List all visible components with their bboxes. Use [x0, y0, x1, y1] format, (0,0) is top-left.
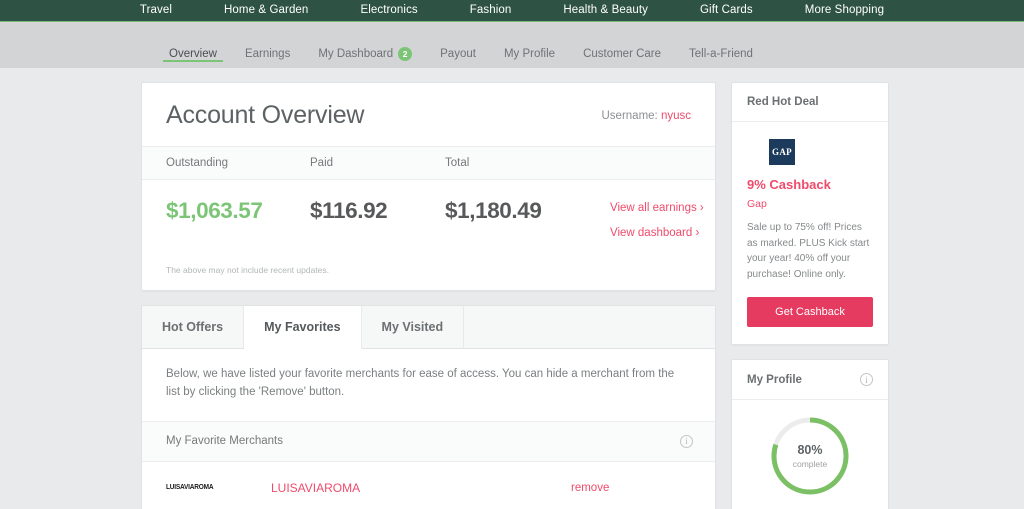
profile-progress-wrap: 80% complete [747, 414, 873, 498]
topnav-item-health-beauty[interactable]: Health & Beauty [537, 0, 674, 21]
my-profile-header: My Profile i [732, 360, 888, 400]
table-row: LUISAVIAROMA LUISAVIAROMA remove [142, 461, 715, 509]
subnav-label-payout: Payout [440, 48, 476, 60]
info-circle-icon[interactable]: i [860, 373, 873, 386]
red-hot-deal-title: Red Hot Deal [747, 96, 819, 108]
paid-amount: $116.92 [310, 198, 388, 223]
account-overview-card: Account Overview Username: nyusc Outstan… [141, 82, 716, 291]
my-profile-card: My Profile i 80% complete [731, 359, 889, 509]
topnav-item-more-shopping[interactable]: More Shopping [779, 0, 910, 21]
my-profile-body: 80% complete Complete your profile [732, 400, 888, 509]
page-title: Account Overview [166, 101, 365, 129]
favorite-merchants-header: My Favorite Merchants i [142, 421, 715, 462]
tab-my-favorites[interactable]: My Favorites [244, 306, 362, 349]
balance-values-row: $1,063.57 $116.92 $1,180.49 View all ear… [142, 180, 715, 239]
gap-logo-text: GAP [772, 147, 792, 157]
my-profile-title: My Profile [747, 373, 802, 386]
merchant-logo-text: LUISAVIAROMA [166, 483, 214, 492]
username-label: Username: [601, 109, 658, 122]
column-header-paid: Paid [310, 157, 334, 169]
tab-hot-offers[interactable]: Hot Offers [142, 306, 245, 348]
progress-ring-label: 80% complete [768, 414, 852, 498]
remove-merchant-link[interactable]: remove [571, 482, 691, 494]
favorite-merchants-title: My Favorite Merchants [166, 435, 283, 448]
account-navigation: Overview Earnings My Dashboard 2 Payout … [0, 21, 1024, 68]
main-column: Account Overview Username: nyusc Outstan… [141, 82, 716, 509]
outstanding-amount: $1,063.57 [166, 198, 263, 223]
deal-merchant-name[interactable]: Gap [747, 198, 873, 210]
username-value: nyusc [660, 109, 691, 122]
red-hot-deal-body: GAP 9% Cashback Gap Sale up to 75% off! … [732, 122, 888, 344]
primary-navigation: Travel Home & Garden Electronics Fashion… [0, 0, 1024, 21]
subnav-item-earnings[interactable]: Earnings [231, 22, 304, 69]
account-overview-note: The above may not include recent updates… [166, 265, 330, 275]
tab-my-visited[interactable]: My Visited [362, 306, 465, 348]
red-hot-deal-card: Red Hot Deal GAP 9% Cashback Gap Sale up… [731, 82, 889, 345]
column-header-outstanding: Outstanding [166, 157, 229, 169]
get-cashback-button[interactable]: Get Cashback [747, 297, 873, 327]
deal-description: Sale up to 75% off! Prices as marked. PL… [747, 222, 870, 280]
deal-cashback-rate: 9% Cashback [747, 177, 831, 192]
sidebar: Red Hot Deal GAP 9% Cashback Gap Sale up… [731, 82, 889, 509]
subnav-item-payout[interactable]: Payout [426, 22, 490, 69]
merchant-name-link[interactable]: LUISAVIAROMA [271, 481, 571, 495]
merchant-logo: LUISAVIAROMA [166, 483, 271, 492]
subnav-item-my-dashboard[interactable]: My Dashboard 2 [304, 22, 426, 69]
topnav-item-gift-cards[interactable]: Gift Cards [674, 0, 779, 21]
column-header-total: Total [445, 157, 470, 169]
subnav-item-tell-a-friend[interactable]: Tell-a-Friend [675, 22, 767, 69]
balance-column-headers: Outstanding Paid Total [142, 147, 715, 180]
subnav-label-my-profile: My Profile [503, 48, 556, 60]
total-amount: $1,180.49 [445, 198, 542, 223]
subnav-label-overview: Overview [169, 48, 217, 60]
subnav-item-overview[interactable]: Overview [155, 22, 231, 69]
subnav-item-my-profile[interactable]: My Profile [490, 22, 569, 69]
dashboard-notification-badge: 2 [398, 47, 413, 61]
red-hot-deal-header: Red Hot Deal [732, 83, 888, 122]
account-overview-header: Account Overview Username: nyusc [142, 83, 715, 147]
username-display: Username: nyusc [602, 110, 692, 122]
merchant-tabstrip: Hot Offers My Favorites My Visited [142, 306, 715, 349]
view-dashboard-link[interactable]: View dashboard › [610, 227, 704, 239]
account-links: View all earnings › View dashboard › [610, 198, 704, 239]
topnav-item-home-garden[interactable]: Home & Garden [198, 0, 334, 21]
subnav-label-tell-a-friend: Tell-a-Friend [689, 48, 753, 60]
profile-progress-ring: 80% complete [768, 414, 852, 498]
profile-percent: 80% [797, 443, 823, 457]
view-all-earnings-link[interactable]: View all earnings › [610, 202, 704, 214]
subnav-item-customer-care[interactable]: Customer Care [569, 22, 675, 69]
gap-logo-icon: GAP [769, 139, 795, 165]
subnav-label-my-dashboard: My Dashboard [318, 48, 394, 60]
topnav-item-travel[interactable]: Travel [114, 0, 198, 21]
subnav-label-earnings: Earnings [244, 48, 291, 60]
profile-percent-sublabel: complete [792, 459, 828, 469]
page-body: Account Overview Username: nyusc Outstan… [0, 68, 1024, 509]
subnav-label-customer-care: Customer Care [583, 48, 662, 60]
topnav-item-electronics[interactable]: Electronics [334, 0, 443, 21]
merchant-panel-intro: Below, we have listed your favorite merc… [142, 349, 715, 422]
topnav-item-fashion[interactable]: Fashion [444, 0, 538, 21]
info-circle-icon[interactable]: i [680, 434, 693, 448]
merchant-panel-card: Hot Offers My Favorites My Visited Below… [141, 305, 716, 509]
